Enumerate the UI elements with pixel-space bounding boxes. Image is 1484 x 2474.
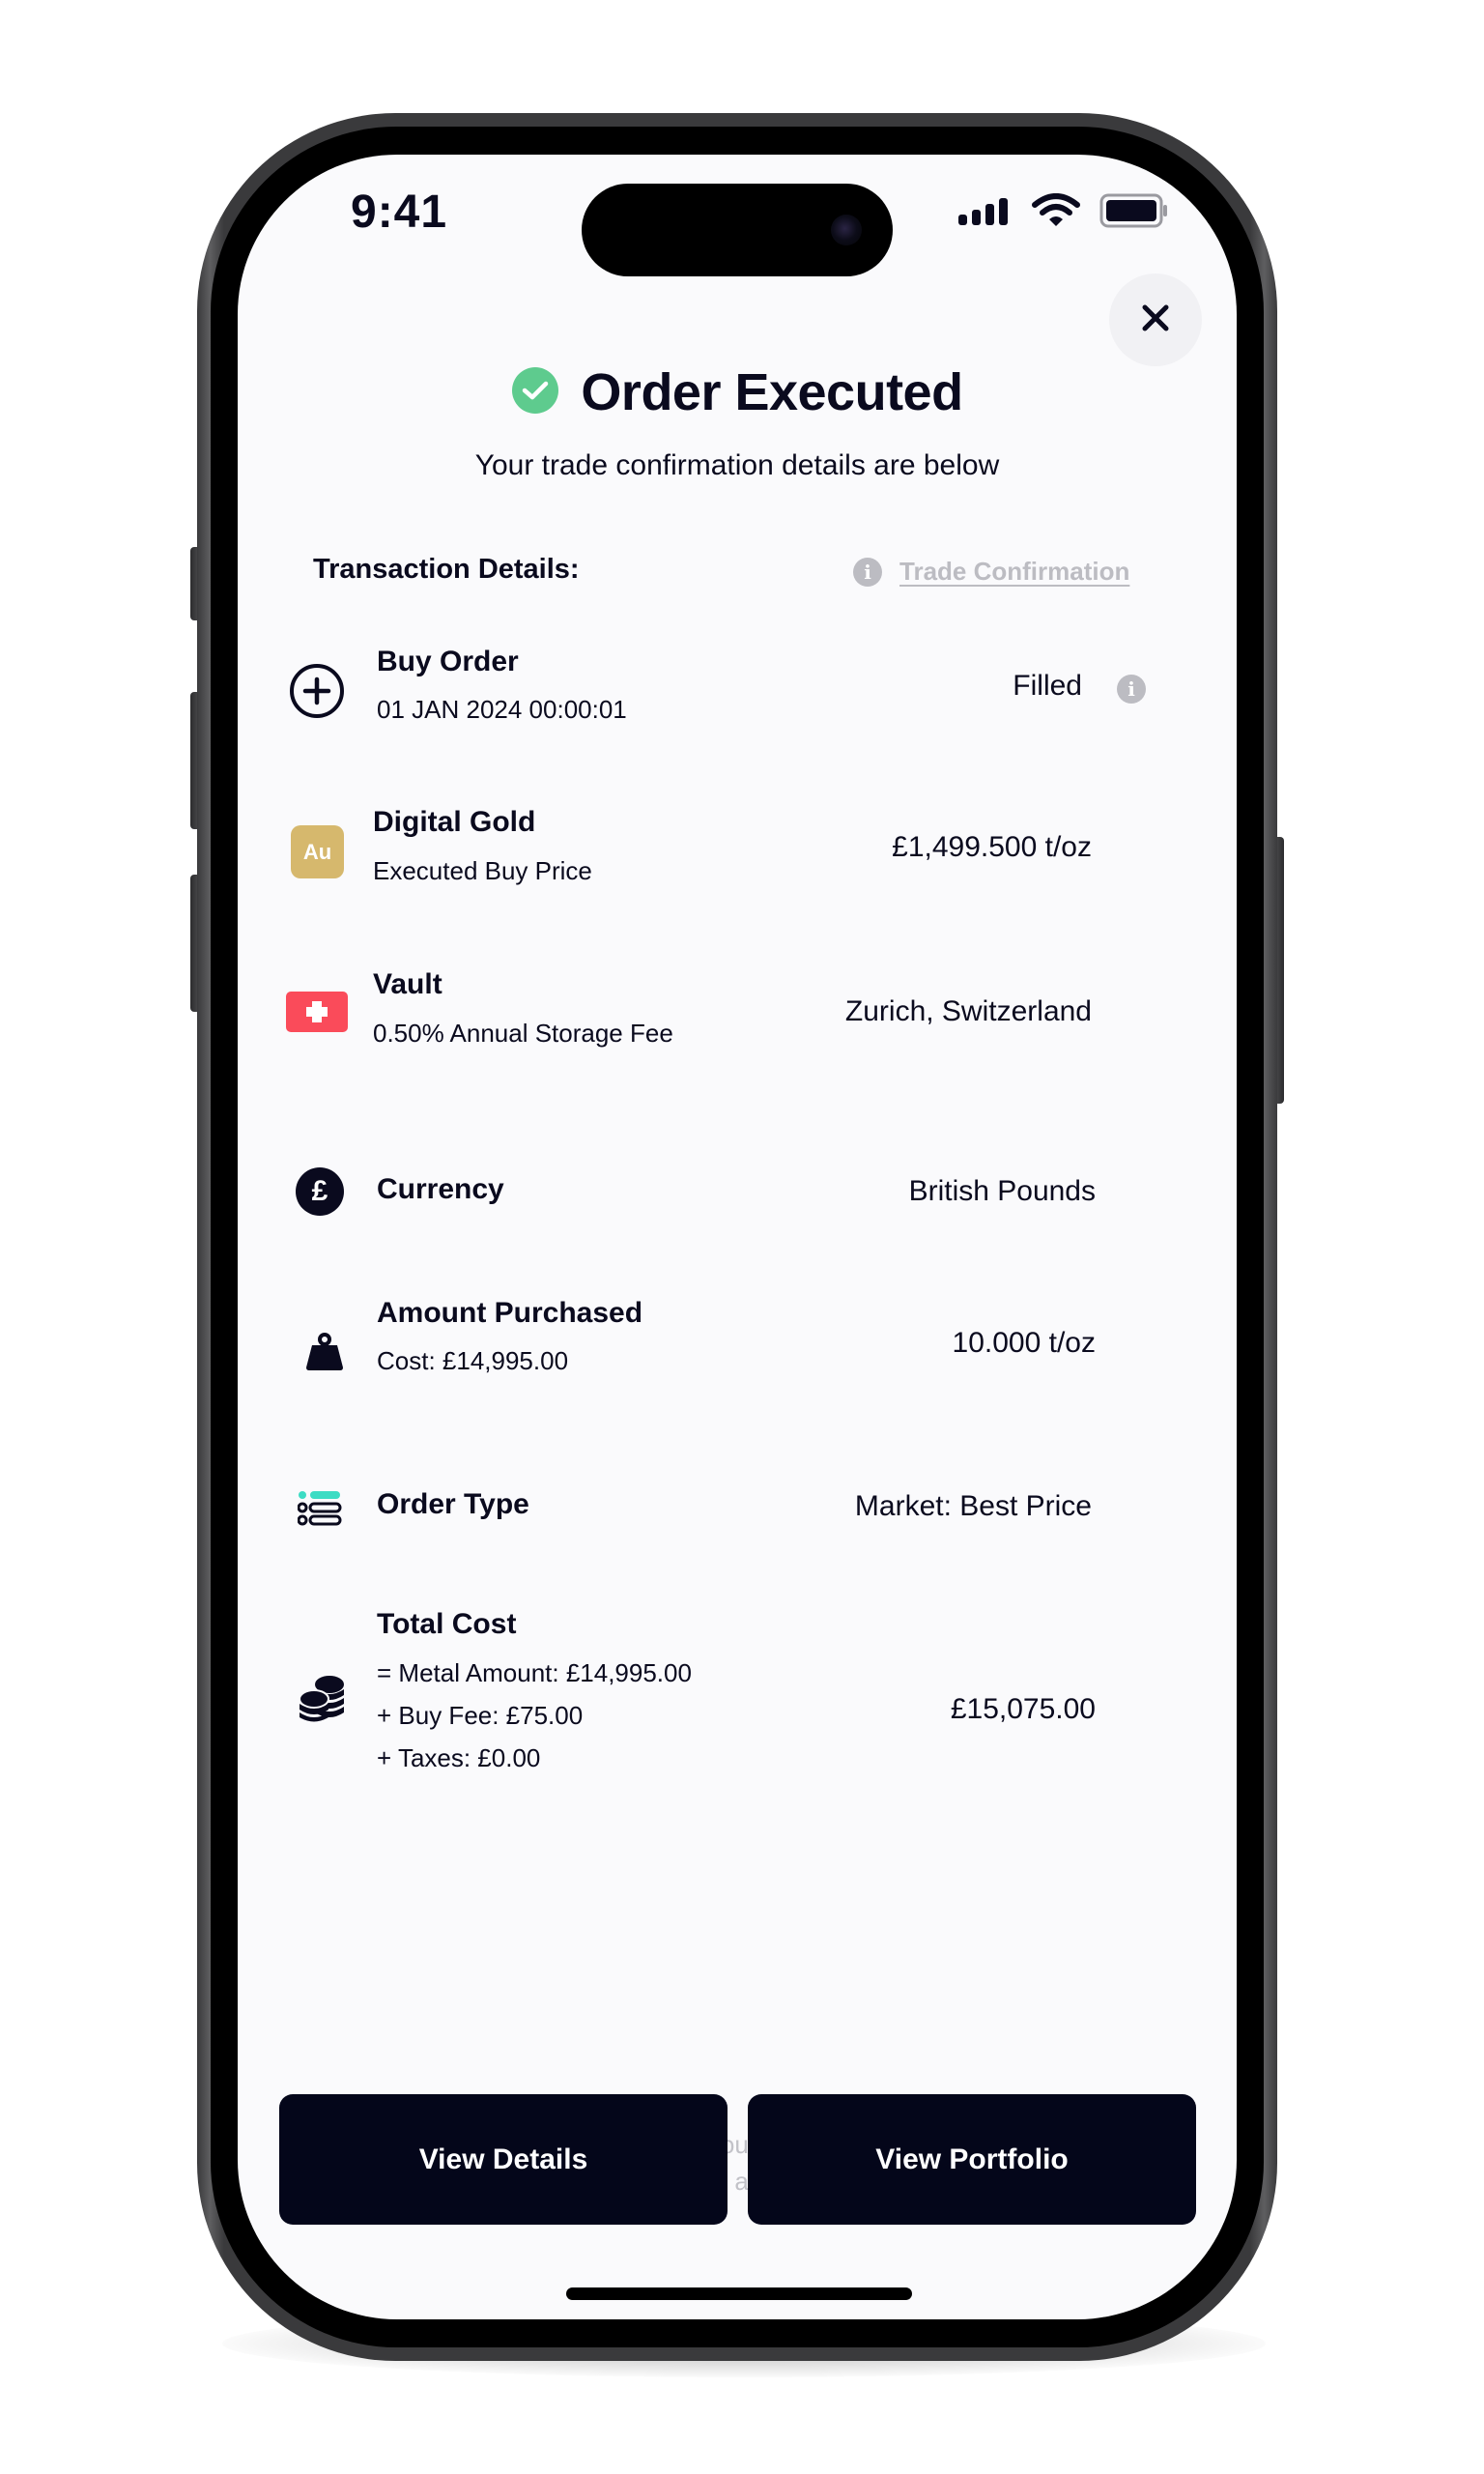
info-icon[interactable]: i <box>853 557 882 587</box>
page-title: Order Executed <box>581 363 963 421</box>
wifi-icon <box>1032 193 1080 228</box>
total-cost-value: £15,075.00 <box>950 1693 1096 1725</box>
trade-confirmation-link-group[interactable]: i Trade Confirmation <box>853 557 1129 587</box>
executed-price-value: £1,499.500 t/oz <box>892 831 1092 863</box>
pound-symbol: £ <box>311 1175 328 1207</box>
check-circle-icon <box>511 366 559 419</box>
row-buy-order: Buy Order 01 JAN 2024 00:00:01 Filled i <box>238 638 1237 754</box>
header: Order Executed <box>238 362 1237 422</box>
row-vault: Vault 0.50% Annual Storage Fee Zurich, S… <box>238 964 1237 1080</box>
order-type-value: Market: Best Price <box>854 1490 1092 1522</box>
row-amount-purchased: Amount Purchased Cost: £14,995.00 10.000… <box>238 1290 1237 1406</box>
row-currency: £ Currency British Pounds <box>238 1140 1237 1237</box>
battery-icon <box>1099 193 1169 228</box>
row-subtitle: Executed Buy Price <box>373 856 592 885</box>
row-title: Order Type <box>377 1488 529 1520</box>
status-time: 9:41 <box>351 187 448 238</box>
gold-badge-text: Au <box>302 839 332 864</box>
row-title: Currency <box>377 1173 504 1205</box>
weight-icon <box>303 1333 346 1376</box>
plus-circle-icon <box>288 662 346 725</box>
pound-circle-icon: £ <box>296 1167 344 1216</box>
row-title: Vault <box>373 968 442 1000</box>
gold-badge-icon: Au <box>291 825 344 878</box>
row-subtitle: 0.50% Annual Storage Fee <box>373 1019 673 1048</box>
transaction-details-label: Transaction Details: <box>313 554 580 585</box>
row-title: Total Cost <box>377 1608 517 1640</box>
front-camera <box>831 215 862 245</box>
row-title: Buy Order <box>377 646 519 677</box>
close-button[interactable] <box>1109 273 1202 366</box>
signal-icon <box>956 197 1011 226</box>
view-portfolio-button[interactable]: View Portfolio <box>748 2094 1196 2225</box>
vault-location-value: Zurich, Switzerland <box>844 995 1092 1027</box>
row-order-type: Order Type Market: Best Price <box>238 1469 1237 1566</box>
amount-value: 10.000 t/oz <box>952 1327 1096 1359</box>
breakdown-buy-fee: + Buy Fee: £75.00 <box>377 1701 584 1730</box>
row-total-cost: Total Cost = Metal Amount: £14,995.00 + … <box>238 1604 1237 1798</box>
row-title: Digital Gold <box>373 806 536 838</box>
view-details-button[interactable]: View Details <box>279 2094 728 2225</box>
page-subtitle: Your trade confirmation details are belo… <box>474 449 1000 481</box>
status-info-icon[interactable]: i <box>1117 675 1146 704</box>
breakdown-taxes: + Taxes: £0.00 <box>377 1743 541 1772</box>
swiss-flag-icon <box>286 992 348 1037</box>
row-digital-gold: Au Digital Gold Executed Buy Price £1,49… <box>238 802 1237 918</box>
order-status-value: Filled <box>1013 670 1082 702</box>
row-title: Amount Purchased <box>377 1297 643 1329</box>
order-type-list-icon <box>297 1490 342 1532</box>
phone-screen: 9:41 Order Executed Your trade confirmat… <box>238 155 1237 2319</box>
trade-confirmation-link[interactable]: Trade Confirmation <box>899 557 1129 587</box>
row-subtitle: 01 JAN 2024 00:00:01 <box>377 695 627 724</box>
row-subtitle: Cost: £14,995.00 <box>377 1346 569 1375</box>
close-icon <box>1140 302 1171 338</box>
currency-value: British Pounds <box>908 1175 1096 1207</box>
home-indicator[interactable] <box>566 2287 912 2300</box>
coins-icon <box>298 1674 348 1729</box>
breakdown-metal-amount: = Metal Amount: £14,995.00 <box>377 1658 692 1687</box>
